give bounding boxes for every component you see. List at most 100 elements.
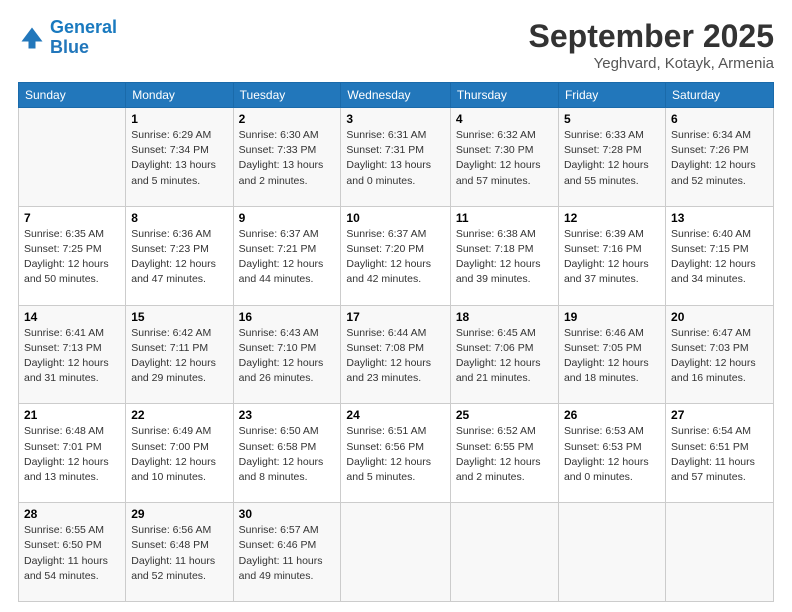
day-info: Sunrise: 6:45 AMSunset: 7:06 PMDaylight:… (456, 326, 553, 387)
calendar-cell: 14 Sunrise: 6:41 AMSunset: 7:13 PMDayligh… (19, 305, 126, 404)
calendar-cell: 24 Sunrise: 6:51 AMSunset: 6:56 PMDayligh… (341, 404, 450, 503)
day-info: Sunrise: 6:44 AMSunset: 7:08 PMDaylight:… (346, 326, 444, 387)
day-info: Sunrise: 6:30 AMSunset: 7:33 PMDaylight:… (239, 128, 336, 189)
day-number: 24 (346, 408, 444, 422)
day-number: 27 (671, 408, 768, 422)
weekday-header: Friday (558, 83, 665, 108)
day-number: 16 (239, 310, 336, 324)
calendar-cell: 3Sunrise: 6:31 AMSunset: 7:31 PMDaylight… (341, 108, 450, 207)
day-info: Sunrise: 6:56 AMSunset: 6:48 PMDaylight:… (131, 523, 227, 584)
calendar-cell: 18 Sunrise: 6:45 AMSunset: 7:06 PMDayligh… (450, 305, 558, 404)
day-number: 21 (24, 408, 120, 422)
calendar-cell: 4Sunrise: 6:32 AMSunset: 7:30 PMDaylight… (450, 108, 558, 207)
day-number: 4 (456, 112, 553, 126)
day-number: 19 (564, 310, 660, 324)
calendar-cell (558, 503, 665, 602)
day-number: 1 (131, 112, 227, 126)
day-info: Sunrise: 6:49 AMSunset: 7:00 PMDaylight:… (131, 424, 227, 485)
day-number: 13 (671, 211, 768, 225)
logo-line2: Blue (50, 37, 89, 57)
calendar-cell: 8 Sunrise: 6:36 AMSunset: 7:23 PMDaylight… (126, 206, 233, 305)
day-info: Sunrise: 6:36 AMSunset: 7:23 PMDaylight:… (131, 227, 227, 288)
calendar-cell: 9Sunrise: 6:37 AMSunset: 7:21 PMDaylight… (233, 206, 341, 305)
calendar-week-row: 7 Sunrise: 6:35 AMSunset: 7:25 PMDaylight… (19, 206, 774, 305)
calendar-cell: 22 Sunrise: 6:49 AMSunset: 7:00 PMDayligh… (126, 404, 233, 503)
day-info: Sunrise: 6:31 AMSunset: 7:31 PMDaylight:… (346, 128, 444, 189)
day-number: 25 (456, 408, 553, 422)
location: Yeghvard, Kotayk, Armenia (529, 55, 774, 72)
weekday-header: Monday (126, 83, 233, 108)
day-info: Sunrise: 6:57 AMSunset: 6:46 PMDaylight:… (239, 523, 336, 584)
calendar-cell (666, 503, 774, 602)
calendar-table: SundayMondayTuesdayWednesdayThursdayFrid… (18, 82, 774, 602)
day-number: 17 (346, 310, 444, 324)
calendar-cell (341, 503, 450, 602)
day-number: 8 (131, 211, 227, 225)
calendar-cell: 21 Sunrise: 6:48 AMSunset: 7:01 PMDayligh… (19, 404, 126, 503)
day-info: Sunrise: 6:34 AMSunset: 7:26 PMDaylight:… (671, 128, 768, 189)
logo: General Blue (18, 18, 117, 58)
day-info: Sunrise: 6:33 AMSunset: 7:28 PMDaylight:… (564, 128, 660, 189)
calendar-cell: 15Sunrise: 6:42 AMSunset: 7:11 PMDayligh… (126, 305, 233, 404)
calendar-cell (19, 108, 126, 207)
day-number: 30 (239, 507, 336, 521)
calendar-cell: 25 Sunrise: 6:52 AMSunset: 6:55 PMDayligh… (450, 404, 558, 503)
day-number: 26 (564, 408, 660, 422)
day-info: Sunrise: 6:48 AMSunset: 7:01 PMDaylight:… (24, 424, 120, 485)
weekday-header: Thursday (450, 83, 558, 108)
logo-icon (18, 24, 46, 52)
calendar-cell: 17 Sunrise: 6:44 AMSunset: 7:08 PMDayligh… (341, 305, 450, 404)
calendar-cell: 20 Sunrise: 6:47 AMSunset: 7:03 PMDayligh… (666, 305, 774, 404)
day-info: Sunrise: 6:54 AMSunset: 6:51 PMDaylight:… (671, 424, 768, 485)
day-number: 23 (239, 408, 336, 422)
day-number: 18 (456, 310, 553, 324)
day-number: 20 (671, 310, 768, 324)
calendar-cell: 1Sunrise: 6:29 AMSunset: 7:34 PMDaylight… (126, 108, 233, 207)
day-info: Sunrise: 6:53 AMSunset: 6:53 PMDaylight:… (564, 424, 660, 485)
calendar-week-row: 28Sunrise: 6:55 AMSunset: 6:50 PMDayligh… (19, 503, 774, 602)
calendar-cell: 6 Sunrise: 6:34 AMSunset: 7:26 PMDaylight… (666, 108, 774, 207)
day-info: Sunrise: 6:43 AMSunset: 7:10 PMDaylight:… (239, 326, 336, 387)
calendar-header-row: SundayMondayTuesdayWednesdayThursdayFrid… (19, 83, 774, 108)
day-number: 6 (671, 112, 768, 126)
calendar-week-row: 1Sunrise: 6:29 AMSunset: 7:34 PMDaylight… (19, 108, 774, 207)
weekday-header: Saturday (666, 83, 774, 108)
calendar-week-row: 14 Sunrise: 6:41 AMSunset: 7:13 PMDayligh… (19, 305, 774, 404)
calendar-cell: 26 Sunrise: 6:53 AMSunset: 6:53 PMDayligh… (558, 404, 665, 503)
day-info: Sunrise: 6:37 AMSunset: 7:21 PMDaylight:… (239, 227, 336, 288)
day-info: Sunrise: 6:50 AMSunset: 6:58 PMDaylight:… (239, 424, 336, 485)
calendar-cell: 7 Sunrise: 6:35 AMSunset: 7:25 PMDaylight… (19, 206, 126, 305)
day-number: 15 (131, 310, 227, 324)
calendar-cell (450, 503, 558, 602)
day-info: Sunrise: 6:40 AMSunset: 7:15 PMDaylight:… (671, 227, 768, 288)
header: General Blue September 2025 Yeghvard, Ko… (18, 18, 774, 72)
calendar-cell: 23 Sunrise: 6:50 AMSunset: 6:58 PMDayligh… (233, 404, 341, 503)
day-info: Sunrise: 6:37 AMSunset: 7:20 PMDaylight:… (346, 227, 444, 288)
day-number: 12 (564, 211, 660, 225)
day-number: 11 (456, 211, 553, 225)
day-info: Sunrise: 6:46 AMSunset: 7:05 PMDaylight:… (564, 326, 660, 387)
day-number: 5 (564, 112, 660, 126)
title-block: September 2025 Yeghvard, Kotayk, Armenia (529, 18, 774, 72)
day-info: Sunrise: 6:35 AMSunset: 7:25 PMDaylight:… (24, 227, 120, 288)
weekday-header: Sunday (19, 83, 126, 108)
day-number: 14 (24, 310, 120, 324)
day-number: 29 (131, 507, 227, 521)
day-info: Sunrise: 6:52 AMSunset: 6:55 PMDaylight:… (456, 424, 553, 485)
day-info: Sunrise: 6:51 AMSunset: 6:56 PMDaylight:… (346, 424, 444, 485)
day-info: Sunrise: 6:39 AMSunset: 7:16 PMDaylight:… (564, 227, 660, 288)
day-number: 7 (24, 211, 120, 225)
calendar-cell: 28Sunrise: 6:55 AMSunset: 6:50 PMDayligh… (19, 503, 126, 602)
calendar-cell: 11Sunrise: 6:38 AMSunset: 7:18 PMDayligh… (450, 206, 558, 305)
day-number: 10 (346, 211, 444, 225)
calendar-cell: 12 Sunrise: 6:39 AMSunset: 7:16 PMDayligh… (558, 206, 665, 305)
calendar-cell: 30 Sunrise: 6:57 AMSunset: 6:46 PMDayligh… (233, 503, 341, 602)
day-number: 22 (131, 408, 227, 422)
day-info: Sunrise: 6:41 AMSunset: 7:13 PMDaylight:… (24, 326, 120, 387)
calendar-cell: 2Sunrise: 6:30 AMSunset: 7:33 PMDaylight… (233, 108, 341, 207)
weekday-header: Tuesday (233, 83, 341, 108)
page: General Blue September 2025 Yeghvard, Ko… (0, 0, 792, 612)
month-title: September 2025 (529, 18, 774, 55)
day-info: Sunrise: 6:47 AMSunset: 7:03 PMDaylight:… (671, 326, 768, 387)
calendar-cell: 13 Sunrise: 6:40 AMSunset: 7:15 PMDayligh… (666, 206, 774, 305)
